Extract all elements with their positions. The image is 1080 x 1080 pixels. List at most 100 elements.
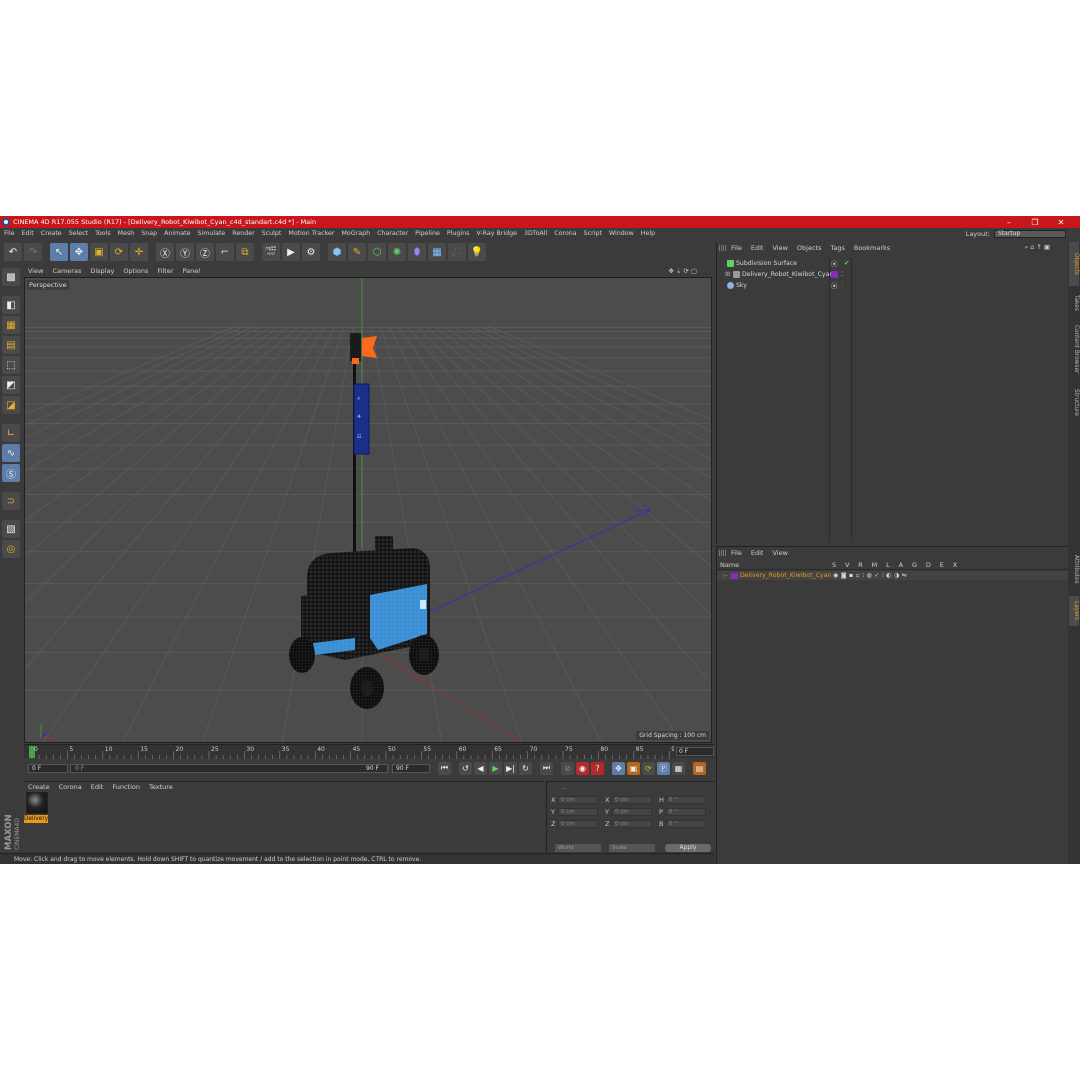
snap-icon[interactable]: Ⓢ	[2, 464, 20, 482]
autokey-icon[interactable]: ◉	[576, 761, 589, 775]
key-parameter-icon[interactable]: Ⓟ	[657, 761, 670, 775]
size-z-field[interactable]: 0 cm	[612, 820, 652, 828]
live-selection-icon[interactable]: ↖	[50, 243, 68, 261]
menu-animate[interactable]: Animate	[164, 230, 190, 237]
menu-file[interactable]: File	[4, 230, 15, 237]
record-keys-icon[interactable]: ⊘	[561, 761, 574, 775]
z-axis-icon[interactable]: Ⓩ	[196, 243, 214, 261]
enable-axis-icon[interactable]: ∟	[2, 424, 20, 442]
object-row-sky[interactable]: Sky ⦿ ⁚	[717, 280, 1068, 290]
preview-range-slider[interactable]: 0 F 90 F	[70, 763, 388, 773]
object-row-subdivision[interactable]: Subdivision Surface ⦿ ✔	[717, 258, 1068, 268]
layer-menu-edit[interactable]: Edit	[751, 549, 764, 557]
scale-mode-dropdown[interactable]: Scale	[609, 844, 655, 852]
menu-edit[interactable]: Edit	[22, 230, 34, 237]
obj-menu-bookmarks[interactable]: Bookmarks	[854, 244, 890, 252]
minimize-button[interactable]: –	[996, 218, 1022, 227]
position-z-field[interactable]: 0 cm	[558, 820, 598, 828]
floor-icon[interactable]: ▦	[428, 243, 446, 261]
x-axis-icon[interactable]: Ⓧ	[156, 243, 174, 261]
go-to-start-icon[interactable]: ⏮	[438, 761, 451, 775]
menu-mesh[interactable]: Mesh	[118, 230, 135, 237]
apply-button[interactable]: Apply	[665, 844, 711, 852]
visibility-dots-icon[interactable]: ⁚	[841, 281, 843, 289]
play-icon[interactable]: ▶	[489, 761, 502, 775]
expand-toggle-icon[interactable]: ⊞	[725, 270, 730, 278]
rotation-h-field[interactable]: 0 °	[666, 796, 706, 804]
panel-grip-icon[interactable]	[719, 549, 727, 556]
viewport-menu-options[interactable]: Options	[123, 267, 148, 275]
end-frame-field[interactable]: 90 F	[392, 763, 430, 773]
visibility-dots-icon[interactable]: ⁚	[841, 270, 843, 278]
deformer-icon[interactable]: ⬮	[408, 243, 426, 261]
rotate-icon[interactable]: ⟳	[110, 243, 128, 261]
material-menu-corona[interactable]: Corona	[59, 783, 82, 791]
menu-create[interactable]: Create	[41, 230, 62, 237]
cube-primitive-icon[interactable]: ⬢	[328, 243, 346, 261]
key-pla-icon[interactable]: ▦	[672, 761, 685, 775]
scale-icon[interactable]: ▣	[90, 243, 108, 261]
timeline-window-icon[interactable]: ▤	[693, 761, 706, 775]
layer-color-swatch[interactable]	[831, 270, 838, 278]
maximize-button[interactable]: ❐	[1022, 218, 1048, 227]
layer-color-swatch[interactable]	[731, 572, 738, 579]
texture-mode-icon[interactable]: ▦	[2, 316, 20, 334]
visibility-dots-icon[interactable]: ⦿	[831, 280, 838, 290]
next-frame-icon[interactable]: ▶|	[504, 761, 517, 775]
workplane-mode-icon[interactable]: ▤	[2, 336, 20, 354]
go-to-next-key-icon[interactable]: ↻	[519, 761, 532, 775]
obj-menu-objects[interactable]: Objects	[797, 244, 822, 252]
tab-content-browser[interactable]: Content Browser	[1069, 320, 1079, 378]
size-y-field[interactable]: 0 cm	[612, 808, 652, 816]
object-row-robot[interactable]: ⊞ Delivery_Robot_Kiwibot_Cyan ⁚	[717, 269, 1068, 279]
points-mode-icon[interactable]: ⬚	[2, 356, 20, 374]
tab-structure[interactable]: Structure	[1069, 382, 1079, 422]
viewport-menu-display[interactable]: Display	[90, 267, 114, 275]
move-icon[interactable]: ✥	[70, 243, 88, 261]
camera-icon[interactable]: 🎥	[448, 243, 466, 261]
tweak-mode-icon[interactable]: ∿	[2, 444, 20, 462]
viewport-menu-view[interactable]: View	[28, 267, 43, 275]
rotation-b-field[interactable]: 0 °	[666, 820, 706, 828]
menu-script[interactable]: Script	[584, 230, 602, 237]
undo-icon[interactable]: ↶	[4, 243, 22, 261]
material-menu-create[interactable]: Create	[28, 783, 50, 791]
viewport-menu-cameras[interactable]: Cameras	[52, 267, 81, 275]
panel-grip-icon[interactable]	[719, 244, 727, 251]
convert-object-icon[interactable]: ⧉	[236, 243, 254, 261]
workplane-icon[interactable]: ▧	[2, 520, 20, 538]
enabled-check-icon[interactable]: ✔	[844, 259, 849, 267]
menu-motion-tracker[interactable]: Motion Tracker	[288, 230, 334, 237]
material-name-label[interactable]: Delivery	[24, 815, 48, 823]
magnet-icon[interactable]: ⊃	[2, 492, 20, 510]
coordinate-system-icon[interactable]: ⌐	[216, 243, 234, 261]
recent-tools-icon[interactable]: ✛	[130, 243, 148, 261]
key-scale-icon[interactable]: ▣	[627, 761, 640, 775]
polygons-mode-icon[interactable]: ◪	[2, 396, 20, 414]
visibility-dots-icon[interactable]: ⦿	[831, 258, 838, 268]
menu-plugins[interactable]: Plugins	[447, 230, 470, 237]
y-axis-icon[interactable]: Ⓨ	[176, 243, 194, 261]
timeline-ruler[interactable]: 0 5 10 15 20 25 30 35 40 45 50 55 60 65 70 75 80 85 90 0 F	[24, 744, 714, 759]
key-rotation-icon[interactable]: ⟳	[642, 761, 655, 775]
material-menu-edit[interactable]: Edit	[91, 783, 104, 791]
model-mode-icon[interactable]: ◧	[2, 296, 20, 314]
menu-vray-bridge[interactable]: V-Ray Bridge	[476, 230, 517, 237]
3d-viewport[interactable]: ⚡ ✈ ☷ Perspective Grid Spacing: 100 cm	[24, 277, 712, 743]
layer-menu-view[interactable]: View	[772, 549, 787, 557]
menu-mograph[interactable]: MoGraph	[341, 230, 370, 237]
viewport-nav-icons[interactable]: ✥⇣⟳▢	[669, 267, 699, 275]
menu-snap[interactable]: Snap	[141, 230, 157, 237]
tab-takes[interactable]: Takes	[1069, 290, 1079, 316]
go-to-previous-key-icon[interactable]: ↺	[459, 761, 472, 775]
layer-toggle-icons[interactable]: ◉◙▪▫⁝◍✓⁝◐◑⇋	[833, 572, 909, 579]
obj-menu-tags[interactable]: Tags	[830, 244, 844, 252]
start-frame-field[interactable]: 0 F	[28, 763, 68, 773]
position-x-field[interactable]: 0 cm	[558, 796, 598, 804]
tab-layers[interactable]: Layers	[1069, 596, 1079, 626]
menu-window[interactable]: Window	[609, 230, 634, 237]
current-frame-field[interactable]: 0 F	[676, 747, 714, 756]
viewport-menu-panel[interactable]: Panel	[183, 267, 201, 275]
go-to-end-icon[interactable]: ⏭	[540, 761, 553, 775]
menu-character[interactable]: Character	[377, 230, 408, 237]
